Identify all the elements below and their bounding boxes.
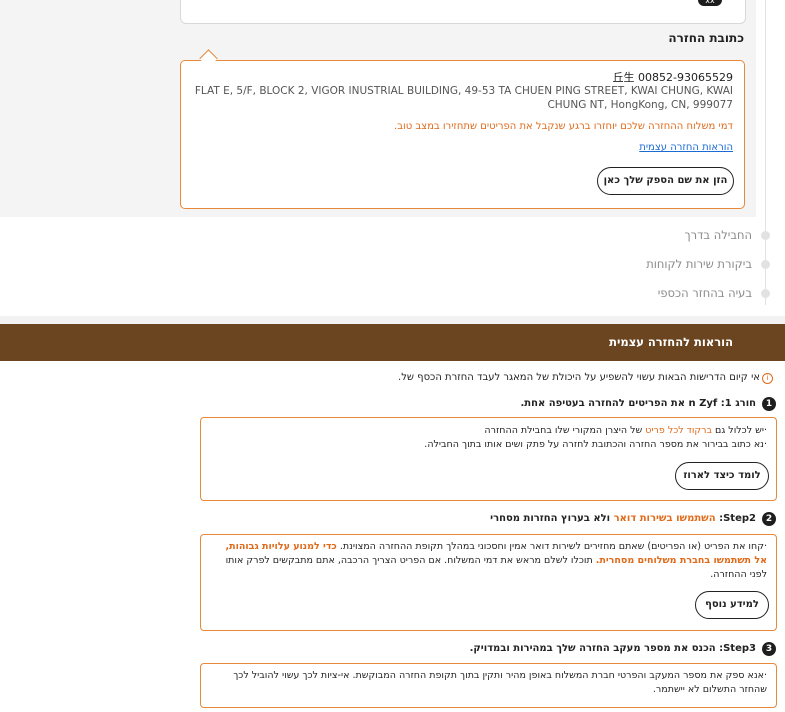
step2-title: Step2: השתמשו בשירות דואר ולא בערוץ החזר… (490, 513, 756, 524)
shipping-refund-note: דמי משלוח ההחזרה שלכם יוחזרו ברגע שנקבל … (394, 121, 733, 132)
step3-title: Step3: הכנס את מספר מעקב החזרה שלך במהיר… (469, 643, 756, 654)
step-number-3: 3 (762, 642, 776, 656)
timeline-item-review: ביקורת שירות לקוחות (646, 257, 752, 271)
learn-more-button[interactable]: למידע נוסף (695, 591, 769, 619)
previous-card (180, 0, 746, 24)
step1-bullet-2: ·נא כתוב בבירור את מספר החזרה והכתובת לח… (424, 439, 767, 450)
step-number-2: 2 (762, 512, 776, 526)
return-address-text: FLAT E, 5/F, BLOCK 2, VIGOR INUSTRIAL BU… (194, 85, 733, 111)
timeline-dot (761, 260, 770, 269)
return-address-title: כתובת החזרה (668, 31, 744, 45)
warning-text: אי קיום הדרישות הבאות עשוי להשפיע על היכ… (398, 372, 760, 383)
timeline-item-in-transit: החבילה בדרך (684, 228, 752, 242)
step2-text: ·קחו את הפריט (או הפריטים) שאתם מחזירים … (225, 541, 767, 580)
step1-bullet-1: ·יש לכלול גם ברקוד לכל פריט של היצרן המק… (484, 425, 767, 436)
recipient-name-phone: 丘生 00852-93065529 (612, 71, 733, 84)
section-divider (0, 316, 785, 324)
self-return-instructions-link[interactable]: הוראות החזרה עצמית (639, 142, 733, 153)
warning-notice: iאי קיום הדרישות הבאות עשוי להשפיע על הי… (398, 372, 773, 384)
timeline-item-refund-issue: בעיה בהחזר הכספי (657, 286, 752, 300)
how-to-pack-button[interactable]: לומד כיצד לארוז (675, 462, 769, 490)
timeline-dot (761, 231, 770, 240)
step1-title: חורג 1: n Zyf את הפריטים להחזרה בעטיפה א… (520, 398, 756, 409)
timeline-dot (761, 289, 770, 298)
self-return-title: הוראות להחזרה עצמית (609, 335, 733, 349)
quantity-badge: xx (698, 0, 722, 6)
step-number-1: 1 (762, 397, 776, 411)
info-icon: i (762, 373, 773, 384)
enter-carrier-button[interactable]: הזן את שם הספק שלך כאן (597, 167, 734, 195)
step3-text: ·אנא ספק את מספר המעקב והפרטי חברת המשלו… (233, 670, 767, 695)
